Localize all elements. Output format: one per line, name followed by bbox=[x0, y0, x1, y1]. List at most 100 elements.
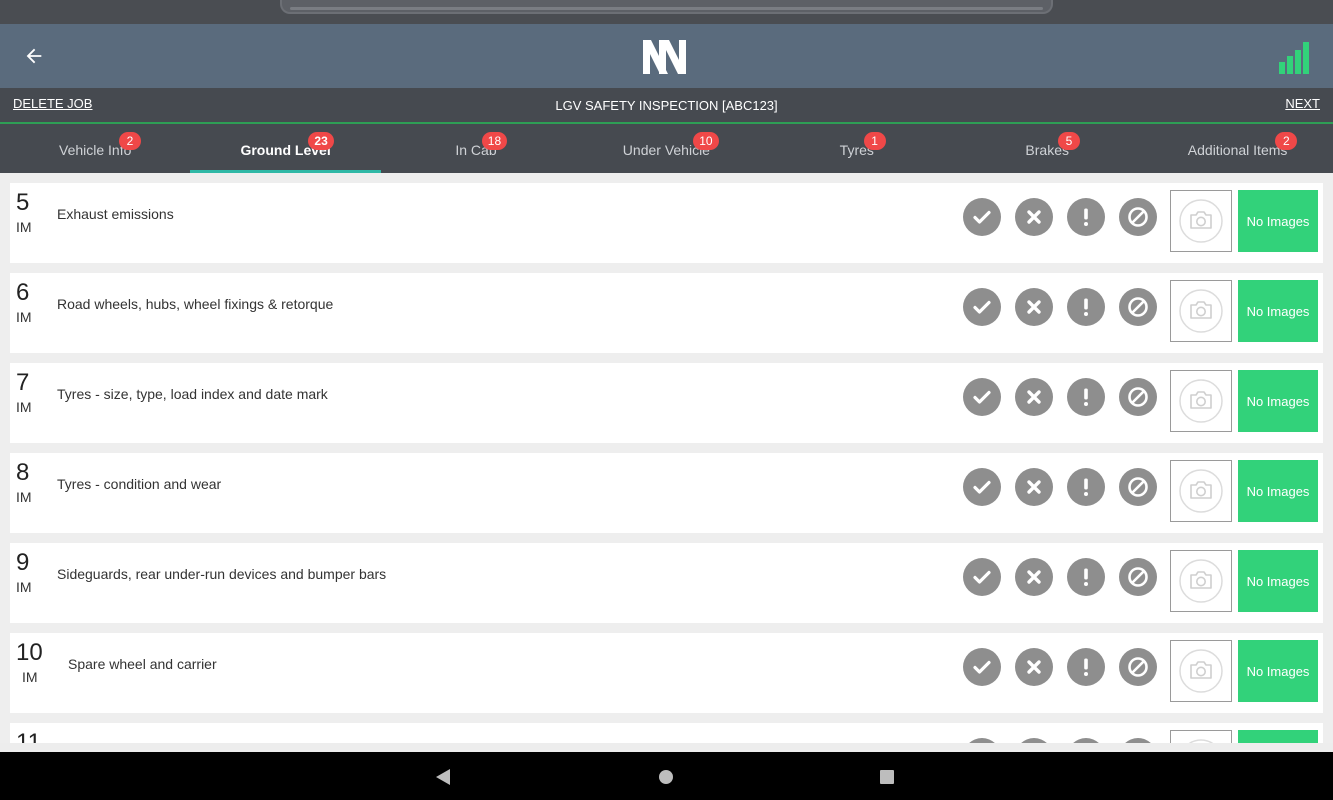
advisory-icon bbox=[1084, 478, 1088, 496]
tab-vehicle-info[interactable]: Vehicle Info 2 bbox=[0, 124, 190, 173]
advisory-button[interactable] bbox=[1067, 558, 1105, 596]
tab-tyres[interactable]: Tyres 1 bbox=[762, 124, 952, 173]
back-button[interactable] bbox=[16, 40, 52, 72]
inspection-item-row: 5 IM Exhaust emissions No Images bbox=[10, 183, 1323, 263]
item-code: IM bbox=[22, 669, 38, 685]
take-photo-button[interactable] bbox=[1170, 190, 1232, 252]
take-photo-button[interactable] bbox=[1170, 550, 1232, 612]
item-description: Road wheels, hubs, wheel fixings & retor… bbox=[57, 296, 334, 312]
not-applicable-button[interactable] bbox=[1119, 558, 1157, 596]
fail-button[interactable] bbox=[1015, 198, 1053, 236]
camera-icon bbox=[1179, 289, 1223, 333]
nav-home-button[interactable] bbox=[655, 766, 677, 788]
system-nav-bar bbox=[0, 752, 1333, 800]
pass-button[interactable] bbox=[963, 468, 1001, 506]
fail-button[interactable] bbox=[1015, 378, 1053, 416]
item-code: IM bbox=[16, 309, 32, 325]
item-description: Tyres - size, type, load index and date … bbox=[57, 386, 328, 402]
tab-additional-items[interactable]: Additional Items 2 bbox=[1142, 124, 1332, 173]
take-photo-button[interactable] bbox=[1170, 280, 1232, 342]
view-images-button[interactable]: No Images bbox=[1238, 550, 1318, 612]
arrow-left-icon bbox=[26, 48, 42, 64]
advisory-button[interactable] bbox=[1067, 198, 1105, 236]
tab-count-badge: 1 bbox=[863, 132, 886, 150]
take-photo-button[interactable] bbox=[1170, 640, 1232, 702]
pass-button[interactable] bbox=[963, 648, 1001, 686]
view-images-button[interactable]: No Images bbox=[1238, 640, 1318, 702]
advisory-button[interactable] bbox=[1067, 468, 1105, 506]
view-images-button[interactable]: No Images bbox=[1238, 280, 1318, 342]
advisory-icon bbox=[1084, 298, 1088, 316]
camera-icon bbox=[1179, 559, 1223, 603]
camera-icon bbox=[1179, 469, 1223, 513]
fail-button[interactable] bbox=[1015, 468, 1053, 506]
fail-icon bbox=[1027, 210, 1041, 224]
take-photo-button[interactable] bbox=[1170, 460, 1232, 522]
advisory-button[interactable] bbox=[1067, 378, 1105, 416]
not-applicable-icon bbox=[1128, 387, 1148, 407]
tab-in-cab[interactable]: In Cab 18 bbox=[381, 124, 571, 173]
item-code: IM bbox=[16, 489, 32, 505]
pass-button[interactable] bbox=[963, 378, 1001, 416]
next-button[interactable]: NEXT bbox=[1285, 96, 1320, 111]
not-applicable-icon bbox=[1128, 297, 1148, 317]
tab-bar: Vehicle Info 2 Ground Level 23 In Cab 18… bbox=[0, 124, 1333, 173]
fail-button[interactable] bbox=[1015, 288, 1053, 326]
fail-icon bbox=[1027, 480, 1041, 494]
pass-icon bbox=[973, 660, 991, 674]
item-description: Exhaust emissions bbox=[57, 206, 174, 222]
pass-button[interactable] bbox=[963, 558, 1001, 596]
result-options bbox=[963, 288, 1157, 326]
nav-recents-button[interactable] bbox=[876, 766, 898, 788]
advisory-icon bbox=[1084, 388, 1088, 406]
tab-label: Tyres bbox=[839, 142, 874, 158]
view-images-button[interactable]: No Images bbox=[1238, 190, 1318, 252]
pass-icon bbox=[973, 210, 991, 224]
tab-count-badge: 10 bbox=[693, 132, 719, 150]
tab-ground-level[interactable]: Ground Level 23 bbox=[190, 124, 382, 173]
not-applicable-button[interactable] bbox=[1119, 288, 1157, 326]
tab-count-badge: 2 bbox=[1275, 132, 1298, 150]
advisory-button[interactable] bbox=[1067, 648, 1105, 686]
tab-label: In Cab bbox=[455, 142, 497, 158]
fail-button[interactable] bbox=[1015, 648, 1053, 686]
tab-under-vehicle[interactable]: Under Vehicle 10 bbox=[571, 124, 761, 173]
nav-back-button[interactable] bbox=[432, 766, 454, 788]
view-images-button[interactable]: No Images bbox=[1238, 370, 1318, 432]
pass-button[interactable] bbox=[963, 288, 1001, 326]
item-number: 5 bbox=[16, 189, 30, 216]
not-applicable-icon bbox=[1128, 657, 1148, 677]
tab-label: Ground Level bbox=[240, 142, 331, 158]
result-options bbox=[963, 198, 1157, 236]
not-applicable-button[interactable] bbox=[1119, 648, 1157, 686]
item-description: Spare wheel and carrier bbox=[68, 656, 217, 672]
item-number: 8 bbox=[16, 459, 30, 486]
tab-count-badge: 23 bbox=[308, 132, 334, 150]
result-options bbox=[963, 648, 1157, 686]
advisory-button[interactable] bbox=[1067, 288, 1105, 326]
pass-button[interactable] bbox=[963, 198, 1001, 236]
advisory-icon bbox=[1084, 208, 1088, 226]
not-applicable-button[interactable] bbox=[1119, 468, 1157, 506]
not-applicable-button[interactable] bbox=[1119, 198, 1157, 236]
tab-brakes[interactable]: Brakes 5 bbox=[952, 124, 1142, 173]
view-images-button[interactable] bbox=[1238, 730, 1318, 743]
advisory-icon bbox=[1084, 568, 1088, 586]
item-number: 7 bbox=[16, 369, 30, 396]
fail-button[interactable] bbox=[1015, 558, 1053, 596]
tab-label: Vehicle Info bbox=[59, 142, 132, 158]
device-notch bbox=[280, 0, 1053, 14]
pass-icon bbox=[973, 390, 991, 404]
fail-icon bbox=[1027, 660, 1041, 674]
take-photo-button[interactable] bbox=[1170, 370, 1232, 432]
item-code: IM bbox=[16, 399, 32, 415]
app-bar bbox=[0, 24, 1333, 88]
take-photo-button[interactable] bbox=[1170, 730, 1232, 743]
inspection-list[interactable]: 5 IM Exhaust emissions No Images 6 IM Road whe… bbox=[0, 173, 1333, 743]
view-images-button[interactable]: No Images bbox=[1238, 460, 1318, 522]
item-number: 6 bbox=[16, 279, 30, 306]
not-applicable-icon bbox=[1128, 477, 1148, 497]
camera-icon bbox=[1179, 199, 1223, 243]
not-applicable-button[interactable] bbox=[1119, 378, 1157, 416]
tab-label: Under Vehicle bbox=[622, 142, 710, 158]
